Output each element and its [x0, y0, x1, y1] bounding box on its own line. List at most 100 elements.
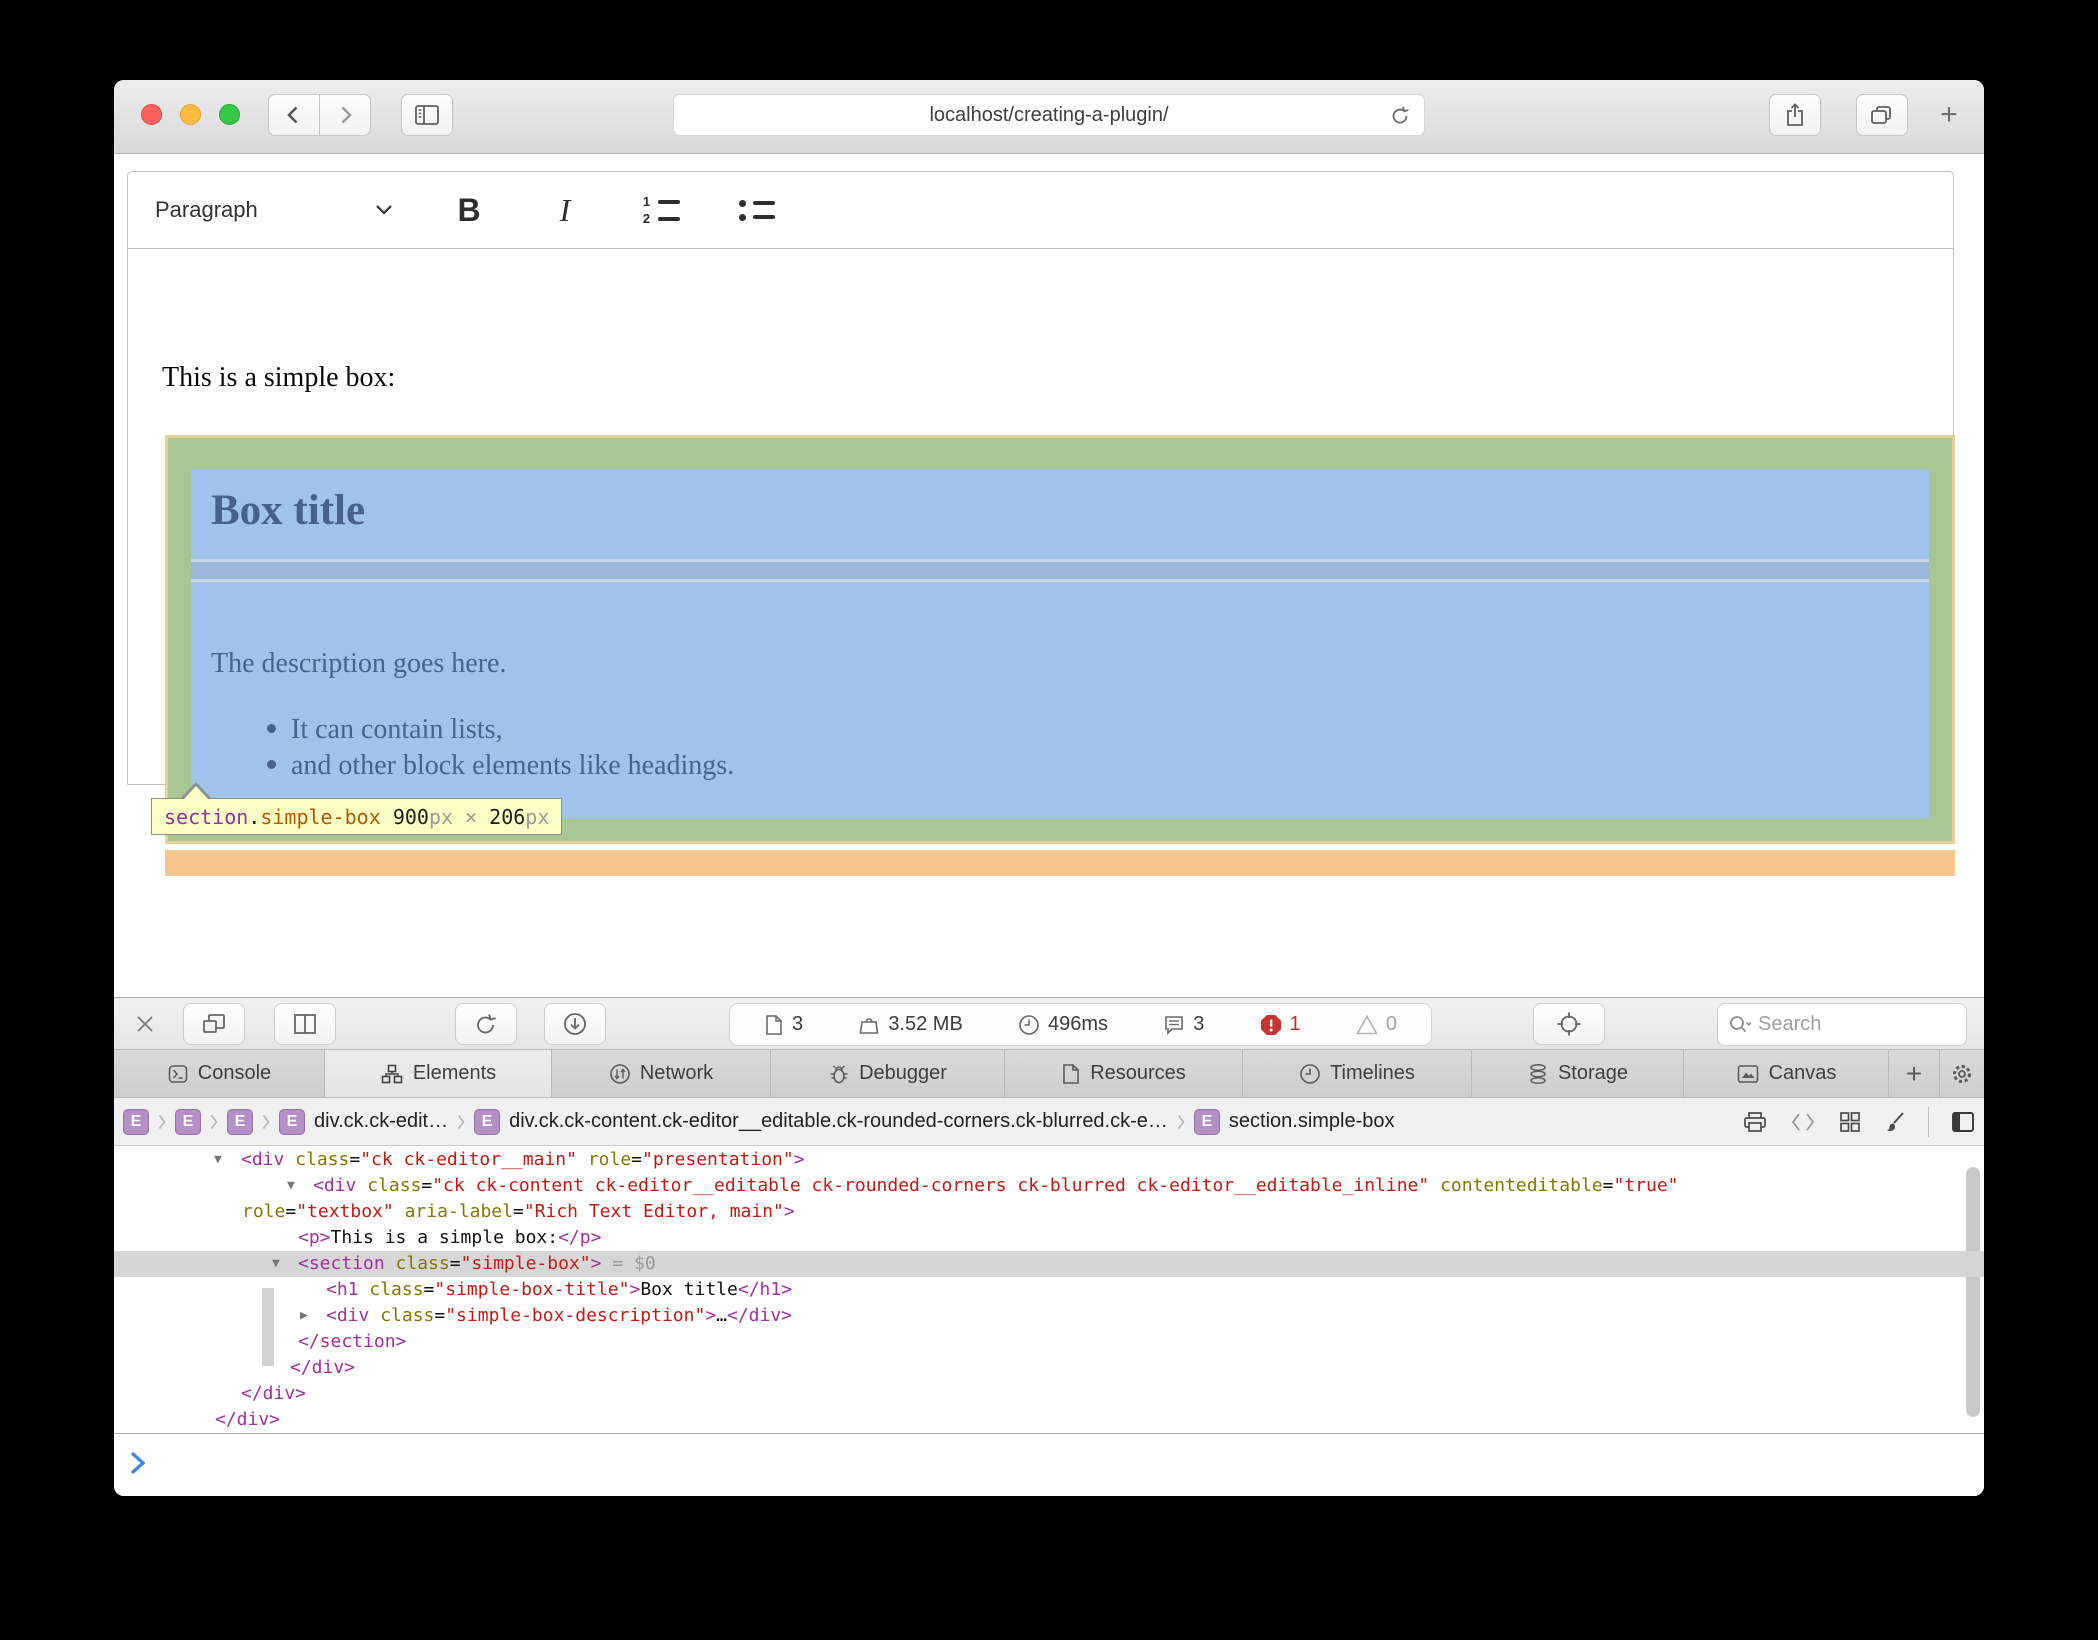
tab-timelines[interactable]: Timelines [1243, 1050, 1472, 1097]
numbered-list-button[interactable]: 1 2 [639, 185, 683, 235]
reload-page-button[interactable] [455, 1003, 517, 1045]
tab-resources[interactable]: Resources [1005, 1050, 1243, 1097]
console-prompt-row[interactable] [114, 1433, 1984, 1496]
box-title[interactable]: Box title [211, 486, 365, 535]
inspector-toolbar: 3 3.52 MB 496ms 3 1 [114, 997, 1984, 1050]
margin-collapse-strip [191, 559, 1929, 582]
element-picker-button[interactable] [1533, 1003, 1605, 1045]
tab-debugger[interactable]: Debugger [771, 1050, 1005, 1097]
element-badge: E [1194, 1109, 1220, 1135]
download-button[interactable] [544, 1003, 606, 1045]
forward-button[interactable] [319, 94, 371, 136]
collapsed-arrow-icon[interactable]: ▶ [300, 1303, 308, 1329]
stat-console-messages[interactable]: 3 [1163, 1013, 1204, 1036]
editor-paragraph[interactable]: This is a simple box: [162, 362, 395, 394]
stat-warnings[interactable]: 0 [1356, 1013, 1397, 1036]
grid-icon[interactable] [1838, 1110, 1862, 1134]
expanded-arrow-icon[interactable]: ▼ [214, 1147, 222, 1173]
breadcrumb-separator-icon [158, 1114, 166, 1130]
breadcrumb-item[interactable]: E [175, 1109, 201, 1135]
minimize-window-button[interactable] [180, 104, 201, 125]
weight-icon [858, 1014, 880, 1036]
numbered-list-icon: 1 2 [642, 197, 680, 224]
tab-console[interactable]: Console [114, 1050, 325, 1097]
bold-button[interactable]: B [447, 185, 491, 235]
rich-text-editor: Paragraph B I 1 2 [127, 171, 1954, 785]
console-prompt-icon [127, 1450, 149, 1476]
tab-storage[interactable]: Storage [1472, 1050, 1684, 1097]
back-button[interactable] [268, 94, 320, 136]
dom-breadcrumb-bar: E E E Ediv.ck.ck-edit… Ediv.ck.ck-conten… [114, 1098, 1984, 1146]
breadcrumb-item-selected[interactable]: Esection.simple-box [1194, 1109, 1395, 1135]
dom-tree-row[interactable]: <p>This is a simple box:</p> [114, 1225, 1984, 1251]
dock-side-button[interactable] [274, 1003, 336, 1045]
margin-highlight [165, 850, 1955, 876]
address-bar[interactable]: localhost/creating-a-plugin/ [673, 94, 1425, 136]
box-description[interactable]: The description goes here. [211, 648, 506, 680]
list-item[interactable]: and other block elements like headings. [291, 750, 734, 782]
expanded-arrow-icon[interactable]: ▼ [272, 1251, 280, 1277]
database-icon [1527, 1063, 1549, 1085]
details-sidebar-toggle-icon[interactable] [1950, 1110, 1976, 1134]
tab-canvas[interactable]: Canvas [1684, 1050, 1889, 1097]
inspector-settings-button[interactable] [1940, 1050, 1984, 1097]
title-content-highlight [191, 469, 1929, 559]
close-inspector-button[interactable] [128, 1003, 162, 1045]
dom-tree-row[interactable]: <h1 class="simple-box-title">Box title</… [114, 1277, 1984, 1303]
dom-tree-row[interactable]: </div> [114, 1355, 1984, 1381]
detach-inspector-button[interactable] [183, 1003, 245, 1045]
tab-overview-button[interactable] [1856, 94, 1908, 136]
bulleted-list-button[interactable] [735, 185, 779, 235]
share-icon [1783, 102, 1807, 128]
breadcrumb-item[interactable]: Ediv.ck.ck-edit… [279, 1109, 448, 1135]
new-tab-button[interactable]: + [1926, 94, 1972, 136]
stat-load-time[interactable]: 496ms [1018, 1013, 1108, 1036]
stat-resources[interactable]: 3 [764, 1013, 803, 1036]
add-tab-button[interactable]: + [1889, 1050, 1940, 1097]
bold-icon: B [457, 192, 480, 229]
tab-network[interactable]: Network [552, 1050, 771, 1097]
inspected-section-highlight[interactable]: Box title The description goes here. It … [165, 435, 1955, 844]
editor-toolbar: Paragraph B I 1 2 [128, 172, 1953, 249]
inspector-tab-bar: Console Elements Network Debugger Resour… [114, 1050, 1984, 1098]
dom-tree-row[interactable]: </section> [114, 1329, 1984, 1355]
padding-highlight: Box title The description goes here. It … [168, 438, 1952, 841]
search-icon [1728, 1014, 1752, 1036]
stat-errors[interactable]: 1 [1260, 1013, 1301, 1036]
dom-tree-row[interactable]: </div> [114, 1407, 1984, 1433]
inspector-search[interactable] [1717, 1003, 1967, 1046]
toolbar-divider [1928, 1107, 1929, 1137]
search-input[interactable] [1758, 1013, 1928, 1036]
paintbrush-icon[interactable] [1883, 1110, 1907, 1134]
document-icon [764, 1014, 784, 1036]
dom-tree-row-selected[interactable]: ▼<section class="simple-box"> = $0 [114, 1251, 1984, 1277]
breadcrumb-item[interactable]: E [227, 1109, 253, 1135]
italic-button[interactable]: I [543, 185, 587, 235]
dom-tree-row[interactable]: ▼<div class="ck ck-editor__main" role="p… [114, 1147, 1984, 1173]
breadcrumb-item[interactable]: E [123, 1109, 149, 1135]
zoom-window-button[interactable] [219, 104, 240, 125]
stat-transferred[interactable]: 3.52 MB [858, 1013, 962, 1036]
element-size-tooltip: section.simple-box 900px × 206px [151, 798, 562, 835]
paragraph-style-dropdown[interactable]: Paragraph [155, 197, 395, 223]
bug-icon [828, 1063, 850, 1085]
page-stats-bar: 3 3.52 MB 496ms 3 1 [729, 1003, 1432, 1046]
tab-elements[interactable]: Elements [325, 1050, 552, 1097]
breadcrumb-item[interactable]: Ediv.ck.ck-content.ck-editor__editable.c… [474, 1109, 1168, 1135]
detach-icon [201, 1012, 227, 1036]
code-brackets-icon[interactable] [1789, 1110, 1817, 1134]
share-button[interactable] [1769, 94, 1821, 136]
dom-tree-row[interactable]: role="textbox" aria-label="Rich Text Edi… [114, 1199, 1984, 1225]
network-icon [609, 1063, 631, 1085]
close-window-button[interactable] [141, 104, 162, 125]
list-item[interactable]: It can contain lists, [291, 714, 503, 746]
plus-icon: + [1906, 1058, 1922, 1090]
print-icon[interactable] [1742, 1110, 1768, 1134]
expanded-arrow-icon[interactable]: ▼ [287, 1173, 295, 1199]
reload-icon[interactable] [1388, 104, 1412, 128]
sidebar-toggle-button[interactable] [401, 94, 453, 136]
dom-tree-row[interactable]: </div> [114, 1381, 1984, 1407]
dom-tree-row[interactable]: ▶<div class="simple-box-description">…</… [114, 1303, 1984, 1329]
dom-tree-row[interactable]: ▼<div class="ck ck-content ck-editor__ed… [114, 1173, 1984, 1199]
close-icon [134, 1013, 156, 1035]
